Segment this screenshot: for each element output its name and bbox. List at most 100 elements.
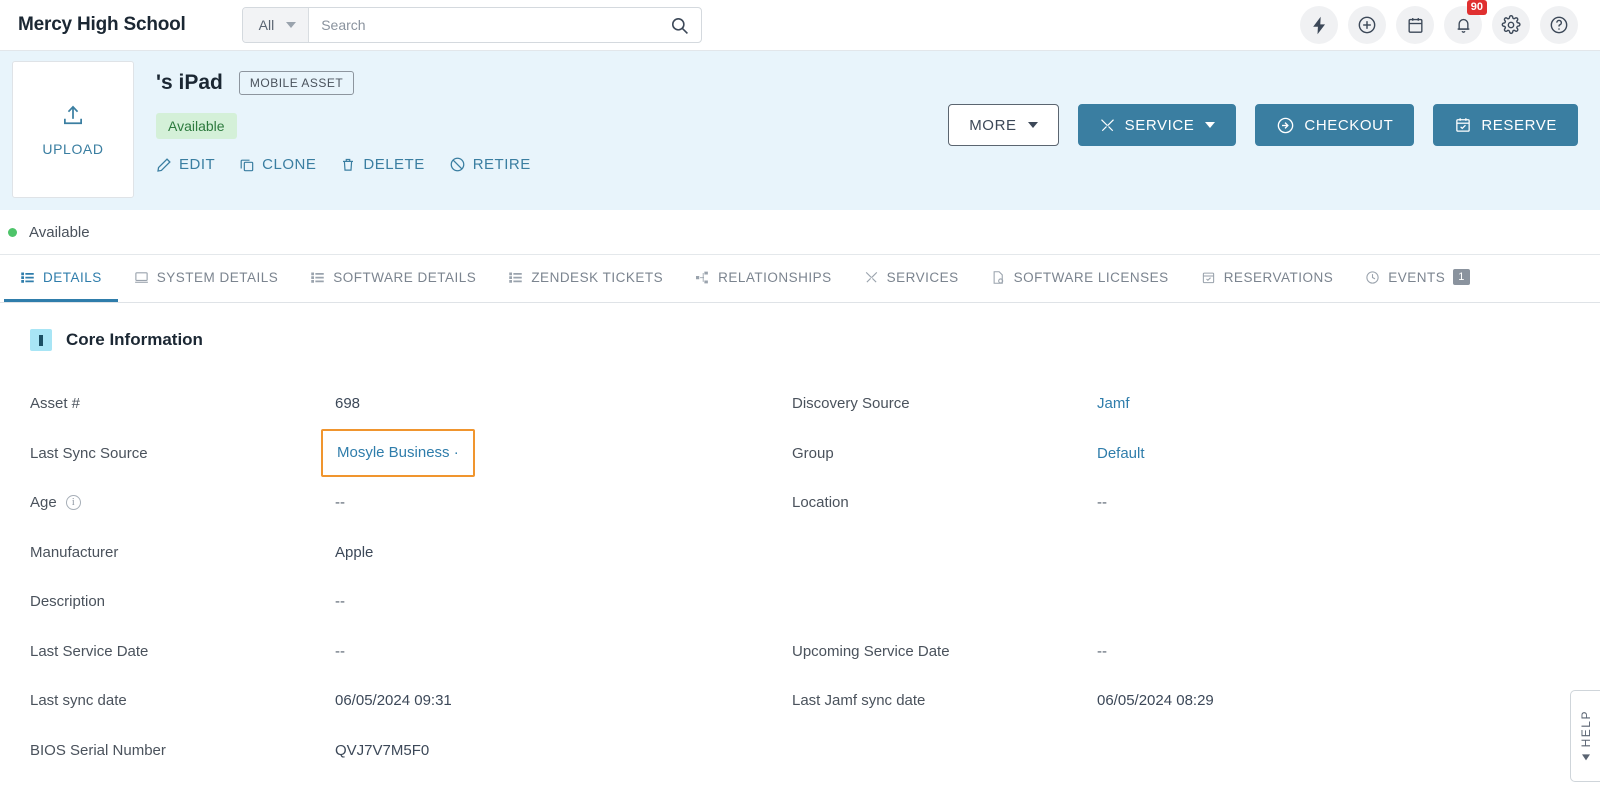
asset-header-banner: UPLOAD 's iPad MOBILE ASSET Available ED…	[0, 51, 1600, 210]
asset-type-badge: MOBILE ASSET	[238, 71, 355, 95]
chevron-left-icon	[1581, 754, 1590, 761]
chevron-down-icon	[1205, 122, 1216, 128]
list-icon	[310, 270, 325, 285]
field-row-description: Description --	[30, 577, 792, 627]
asset-primary-actions: MORE SERVICE CHECKOUT RESERVE	[948, 104, 1578, 146]
clone-button[interactable]: CLONE	[239, 156, 316, 173]
section-title: Core Information	[66, 330, 203, 349]
more-button[interactable]: MORE	[948, 104, 1059, 146]
field-label: BIOS Serial Number	[30, 741, 166, 759]
top-bar-icon-group: 90	[1300, 0, 1578, 44]
field-row-last-service-date: Last Service Date --	[30, 627, 792, 677]
checkout-button[interactable]: CHECKOUT	[1255, 104, 1415, 146]
clone-label: CLONE	[262, 156, 317, 173]
tab-reservations[interactable]: RESERVATIONS	[1185, 255, 1350, 302]
checkout-label: CHECKOUT	[1304, 116, 1394, 134]
retire-button[interactable]: RETIRE	[449, 156, 531, 173]
details-panel: Core Information Asset # 698 Last Sync S…	[0, 303, 1600, 775]
asset-meta-block: 's iPad MOBILE ASSET Available EDIT CLON…	[156, 61, 531, 173]
upload-image-card[interactable]: UPLOAD	[12, 61, 134, 198]
reserve-button[interactable]: RESERVE	[1433, 104, 1578, 146]
info-tooltip-icon[interactable]: i	[65, 495, 81, 511]
upload-icon	[60, 103, 86, 129]
sitemap-icon	[695, 270, 710, 285]
service-button[interactable]: SERVICE	[1077, 104, 1237, 146]
field-label: Location	[792, 494, 849, 512]
search-input[interactable]	[309, 8, 659, 42]
field-value: Apple	[335, 543, 374, 561]
tab-label: RESERVATIONS	[1223, 269, 1334, 285]
field-label: Last Jamf sync date	[792, 692, 926, 710]
core-information-header: Core Information	[30, 329, 1570, 351]
field-row-last-sync-date: Last sync date 06/05/2024 09:31	[30, 676, 792, 726]
field-label: Manufacturer	[30, 543, 119, 561]
notification-badge: 90	[1466, 0, 1487, 15]
chevron-down-icon	[1027, 122, 1038, 128]
bell-icon	[1454, 16, 1473, 35]
field-value-link[interactable]: Default	[1097, 445, 1145, 462]
settings-gear-button[interactable]	[1492, 6, 1530, 44]
field-value-link[interactable]: Mosyle Business ·	[337, 444, 459, 461]
lightning-icon	[1310, 16, 1329, 35]
help-side-tab[interactable]: HELP	[1570, 690, 1600, 782]
notifications-bell-button[interactable]: 90	[1444, 0, 1487, 44]
tab-events[interactable]: EVENTS 1	[1349, 255, 1486, 302]
global-search-bar: All	[241, 7, 702, 43]
field-row-bios-serial-number: BIOS Serial Number QVJ7V7M5F0	[30, 726, 792, 776]
help-circle-icon	[1549, 15, 1569, 35]
field-row-upcoming-service-date: Upcoming Service Date --	[792, 627, 1570, 677]
lightning-icon-button[interactable]	[1300, 6, 1338, 44]
edit-button[interactable]: EDIT	[156, 156, 215, 173]
delete-label: DELETE	[363, 156, 425, 173]
arrow-circle-right-icon	[1276, 116, 1295, 135]
tab-zendesk-tickets[interactable]: ZENDESK TICKETS	[492, 255, 679, 302]
tab-relationships[interactable]: RELATIONSHIPS	[679, 255, 848, 302]
field-label: Age	[30, 494, 57, 512]
tab-software-details[interactable]: SOFTWARE DETAILS	[294, 255, 492, 302]
calendar-icon-button[interactable]	[1396, 6, 1434, 44]
asset-quick-actions: EDIT CLONE DELETE RETIRE	[156, 156, 531, 173]
asset-status-pill: Available	[156, 113, 237, 139]
tab-label: RELATIONSHIPS	[718, 269, 832, 285]
field-value: 06/05/2024 08:29	[1097, 692, 1214, 710]
more-label: MORE	[969, 116, 1017, 134]
tab-events-badge: 1	[1453, 269, 1470, 285]
plus-circle-icon-button[interactable]	[1348, 6, 1386, 44]
search-submit-button[interactable]	[659, 8, 701, 42]
asset-status-row: Available	[0, 210, 1600, 255]
core-information-grid: Asset # 698 Last Sync Source Mosyle Busi…	[30, 379, 1570, 775]
trash-icon	[340, 157, 356, 173]
pencil-icon	[156, 157, 172, 173]
field-label: Last sync date	[30, 692, 127, 710]
service-label: SERVICE	[1124, 116, 1195, 134]
field-label: Last Sync Source	[30, 444, 148, 462]
field-row-spacer	[792, 528, 1570, 578]
field-row-spacer	[792, 577, 1570, 627]
asset-title-row: 's iPad MOBILE ASSET	[156, 71, 531, 95]
tab-services[interactable]: SERVICES	[848, 255, 975, 302]
calendar-icon	[1406, 16, 1425, 35]
field-value: --	[335, 593, 345, 611]
organization-brand-title: Mercy High School	[18, 14, 186, 35]
help-circle-button[interactable]	[1540, 6, 1578, 44]
status-label: Available	[29, 223, 90, 241]
tab-software-licenses[interactable]: SOFTWARE LICENSES	[975, 255, 1185, 302]
field-label-wrap: Age i	[30, 494, 335, 511]
search-scope-label: All	[258, 17, 275, 33]
field-value-link[interactable]: Jamf	[1097, 395, 1130, 412]
help-side-tab-inner: HELP	[1579, 710, 1593, 761]
field-label: Asset #	[30, 395, 81, 413]
delete-button[interactable]: DELETE	[340, 156, 424, 173]
search-scope-dropdown[interactable]: All	[242, 8, 310, 42]
field-row-asset-number: Asset # 698	[30, 379, 792, 429]
tab-label: EVENTS	[1388, 269, 1446, 285]
field-value: 698	[335, 395, 361, 413]
calendar-check-icon	[1454, 116, 1472, 134]
tab-details[interactable]: DETAILS	[4, 255, 118, 302]
core-info-left-column: Asset # 698 Last Sync Source Mosyle Busi…	[30, 379, 792, 775]
ban-icon	[449, 156, 466, 173]
tab-system-details[interactable]: SYSTEM DETAILS	[118, 255, 295, 302]
gear-icon	[1501, 15, 1521, 35]
plus-circle-icon	[1357, 15, 1377, 35]
tab-label: ZENDESK TICKETS	[531, 269, 664, 285]
